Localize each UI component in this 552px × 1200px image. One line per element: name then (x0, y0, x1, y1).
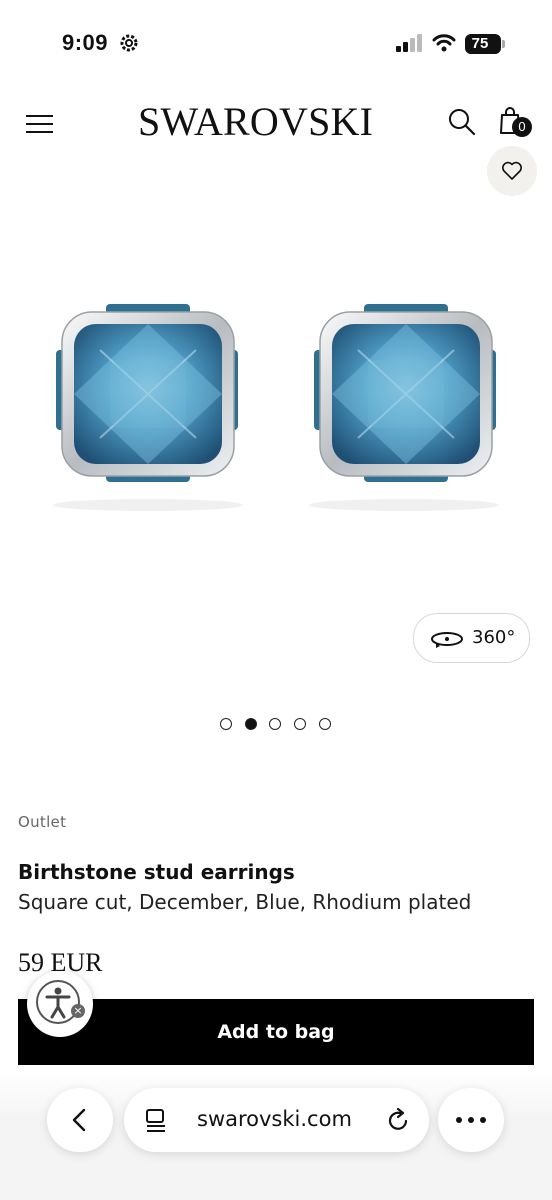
carousel-dot-4[interactable] (294, 718, 306, 730)
status-time: 9:09 (62, 30, 109, 55)
url-text: swarovski.com (197, 1107, 352, 1131)
battery-level: 75 (471, 35, 489, 52)
cellular-signal-icon (396, 34, 422, 52)
more-dot (480, 1117, 486, 1123)
outlet-badge: Outlet (18, 813, 67, 831)
focus-gear-icon (120, 34, 138, 52)
carousel-dot-1[interactable] (220, 718, 232, 730)
address-bar[interactable]: swarovski.com (124, 1088, 429, 1152)
more-options-button[interactable] (438, 1088, 504, 1152)
carousel-dot-5[interactable] (319, 718, 331, 730)
wishlist-button[interactable] (487, 146, 537, 196)
chevron-left-icon (72, 1108, 86, 1132)
battery-icon: 75 (465, 34, 505, 54)
more-dot (468, 1117, 474, 1123)
right-earring (309, 304, 499, 511)
back-button[interactable] (47, 1088, 113, 1152)
carousel-dot-2[interactable] (245, 718, 257, 730)
carousel-dot-3[interactable] (269, 718, 281, 730)
accessibility-person-icon (45, 987, 71, 1019)
close-icon[interactable]: × (71, 1004, 85, 1018)
product-title: Birthstone stud earrings (18, 860, 295, 884)
hamburger-menu-icon[interactable] (26, 112, 54, 136)
rotate-360-icon (431, 632, 463, 648)
left-earring (53, 304, 243, 511)
add-to-bag-button[interactable]: Add to bag (18, 999, 534, 1065)
product-image[interactable] (0, 200, 552, 620)
product-description: Square cut, December, Blue, Rhodium plat… (18, 890, 472, 914)
heart-icon (502, 161, 522, 180)
view-360-label: 360° (472, 627, 516, 648)
reload-icon[interactable] (386, 1107, 410, 1133)
page-menu-icon[interactable] (144, 1108, 168, 1134)
search-icon[interactable] (447, 107, 477, 137)
accessibility-button[interactable]: × (27, 971, 93, 1037)
bag-count-badge: 0 (512, 117, 532, 137)
wifi-icon (432, 34, 456, 52)
more-dot (456, 1117, 462, 1123)
view-360-button[interactable]: 360° (413, 613, 530, 663)
brand-logo[interactable]: SWAROVSKI (138, 98, 373, 145)
